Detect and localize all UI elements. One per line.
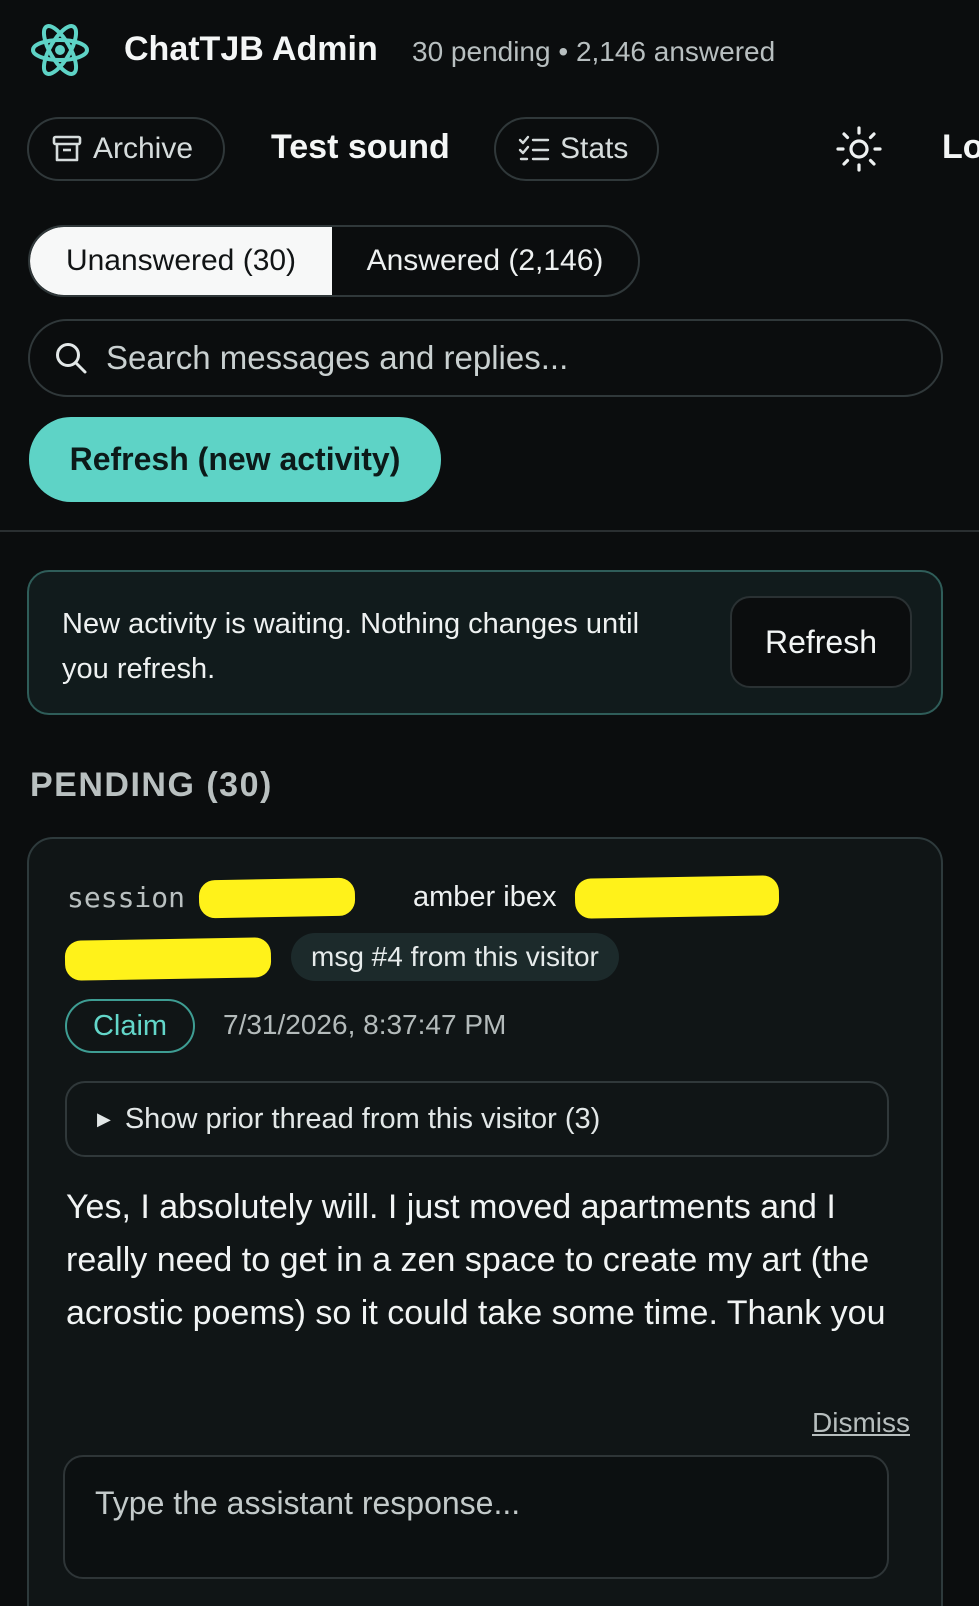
message-timestamp: 7/31/2026, 8:37:47 PM bbox=[223, 1009, 507, 1040]
message-count-badge: msg #4 from this visitor bbox=[291, 933, 619, 981]
notice-text: New activity is waiting. Nothing changes… bbox=[62, 608, 640, 685]
visitor-name: amber ibex bbox=[413, 881, 557, 913]
archive-icon bbox=[52, 135, 82, 162]
prior-thread-toggle[interactable]: ▶ Show prior thread from this visitor (3… bbox=[65, 1081, 889, 1157]
atom-icon bbox=[31, 24, 89, 76]
session-label: session bbox=[67, 881, 186, 914]
redaction-mark bbox=[574, 875, 780, 919]
queue-summary: 30 pending • 2,146 answered bbox=[412, 36, 776, 67]
claim-button[interactable]: Claim bbox=[65, 999, 195, 1053]
search-input[interactable] bbox=[106, 339, 886, 377]
search-icon bbox=[56, 343, 87, 374]
response-field[interactable] bbox=[63, 1455, 889, 1579]
refresh-button[interactable]: Refresh bbox=[730, 596, 912, 688]
checklist-icon bbox=[518, 135, 550, 161]
visitor-message: Yes, I absolutely will. I just moved apa… bbox=[66, 1188, 886, 1332]
new-activity-notice: New activity is waiting. Nothing changes… bbox=[27, 570, 943, 715]
prior-thread-label: Show prior thread from this visitor (3) bbox=[124, 1102, 601, 1135]
archive-label: Archive bbox=[93, 132, 194, 165]
sun-icon[interactable] bbox=[836, 126, 882, 172]
status-tabs: Unanswered (30) Answered (2,146) bbox=[28, 225, 640, 297]
disclosure-triangle-icon: ▶ bbox=[97, 1108, 111, 1129]
refresh-new-activity-button[interactable]: Refresh (new activity) bbox=[29, 417, 441, 502]
app-title: ChatTJB Admin bbox=[124, 30, 378, 68]
redaction-mark bbox=[198, 877, 356, 919]
archive-button[interactable]: Archive bbox=[27, 117, 225, 181]
redaction-mark bbox=[64, 937, 272, 981]
stats-label: Stats bbox=[560, 132, 629, 165]
logout-button[interactable]: Lo bbox=[942, 128, 979, 167]
test-sound-button[interactable]: Test sound bbox=[271, 128, 450, 167]
pending-heading: PENDING (30) bbox=[30, 766, 273, 804]
admin-header: ChatTJB Admin 30 pending • 2,146 answere… bbox=[0, 0, 979, 532]
search-bar bbox=[28, 319, 943, 397]
tab-answered[interactable]: Answered (2,146) bbox=[332, 227, 638, 295]
brand bbox=[30, 18, 90, 82]
stats-button[interactable]: Stats bbox=[494, 117, 659, 181]
tab-unanswered[interactable]: Unanswered (30) bbox=[30, 227, 332, 295]
pending-message-card: session amber ibex msg #4 from this visi… bbox=[27, 837, 943, 1606]
dismiss-link[interactable]: Dismiss bbox=[812, 1407, 910, 1439]
